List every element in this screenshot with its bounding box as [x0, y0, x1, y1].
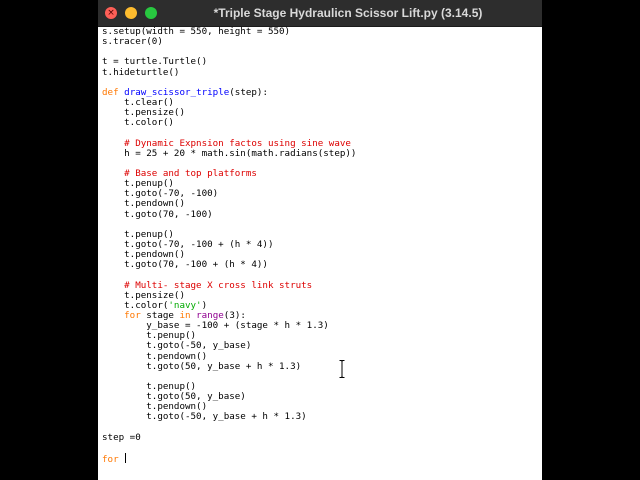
code-line[interactable]: t.hideturtle(): [102, 66, 356, 78]
close-window-button[interactable]: ×: [105, 7, 117, 19]
code-token: t.goto(50, y_base + h * 1.3): [102, 360, 302, 372]
code-line[interactable]: t.goto(50, y_base + h * 1.3): [102, 360, 356, 372]
code-token: t.hideturtle(): [102, 66, 180, 78]
code-line[interactable]: t.goto(-50, y_base + h * 1.3): [102, 412, 356, 422]
code-line[interactable]: s.tracer(0): [102, 37, 356, 47]
code-text-area[interactable]: s.setup(width = 550, height = 550) s.trac…: [102, 27, 357, 465]
code-token: t.goto(70, -100 + (h * 4)): [102, 259, 268, 271]
code-line[interactable]: t.color(): [102, 118, 356, 128]
zoom-window-button[interactable]: [145, 7, 157, 19]
code-line[interactable]: t.goto(70, -100): [102, 208, 356, 220]
code-line[interactable]: t.goto(70, -100 + (h * 4)): [102, 260, 356, 270]
code-token: s.tracer(0): [102, 36, 163, 48]
code-line[interactable]: for: [102, 452, 356, 465]
code-editor[interactable]: s.setup(width = 550, height = 550) s.trac…: [98, 27, 542, 480]
window-title: *Triple Stage Hydraulicn Scissor Lift.py…: [213, 6, 483, 20]
code-line[interactable]: h = 25 + 20 * math.sin(math.radians(step…: [102, 147, 357, 159]
code-token: h = 25 + 20 * math.sin(math.radians(step…: [102, 147, 357, 159]
close-icon: ×: [107, 8, 115, 18]
zoom-icon: [145, 7, 157, 19]
code-token: t.goto(-50, y_base + h * 1.3): [102, 411, 307, 423]
keyword-token: for: [102, 453, 119, 465]
text-caret: [125, 452, 127, 463]
ibeam-cursor-icon: [339, 360, 345, 378]
code-token: step =0: [102, 431, 141, 443]
idle-editor-window: × *Triple Stage Hydraulicn Scissor Lift.…: [98, 0, 542, 480]
code-line[interactable]: [102, 443, 356, 453]
minimize-window-button[interactable]: [125, 7, 137, 19]
code-token: t.goto(70, -100): [102, 208, 213, 220]
code-line[interactable]: step =0: [102, 431, 356, 443]
title-bar[interactable]: × *Triple Stage Hydraulicn Scissor Lift.…: [98, 0, 542, 27]
code-token: (step):: [229, 86, 268, 98]
minimize-icon: [125, 7, 137, 19]
code-token: t.color(): [102, 117, 174, 129]
